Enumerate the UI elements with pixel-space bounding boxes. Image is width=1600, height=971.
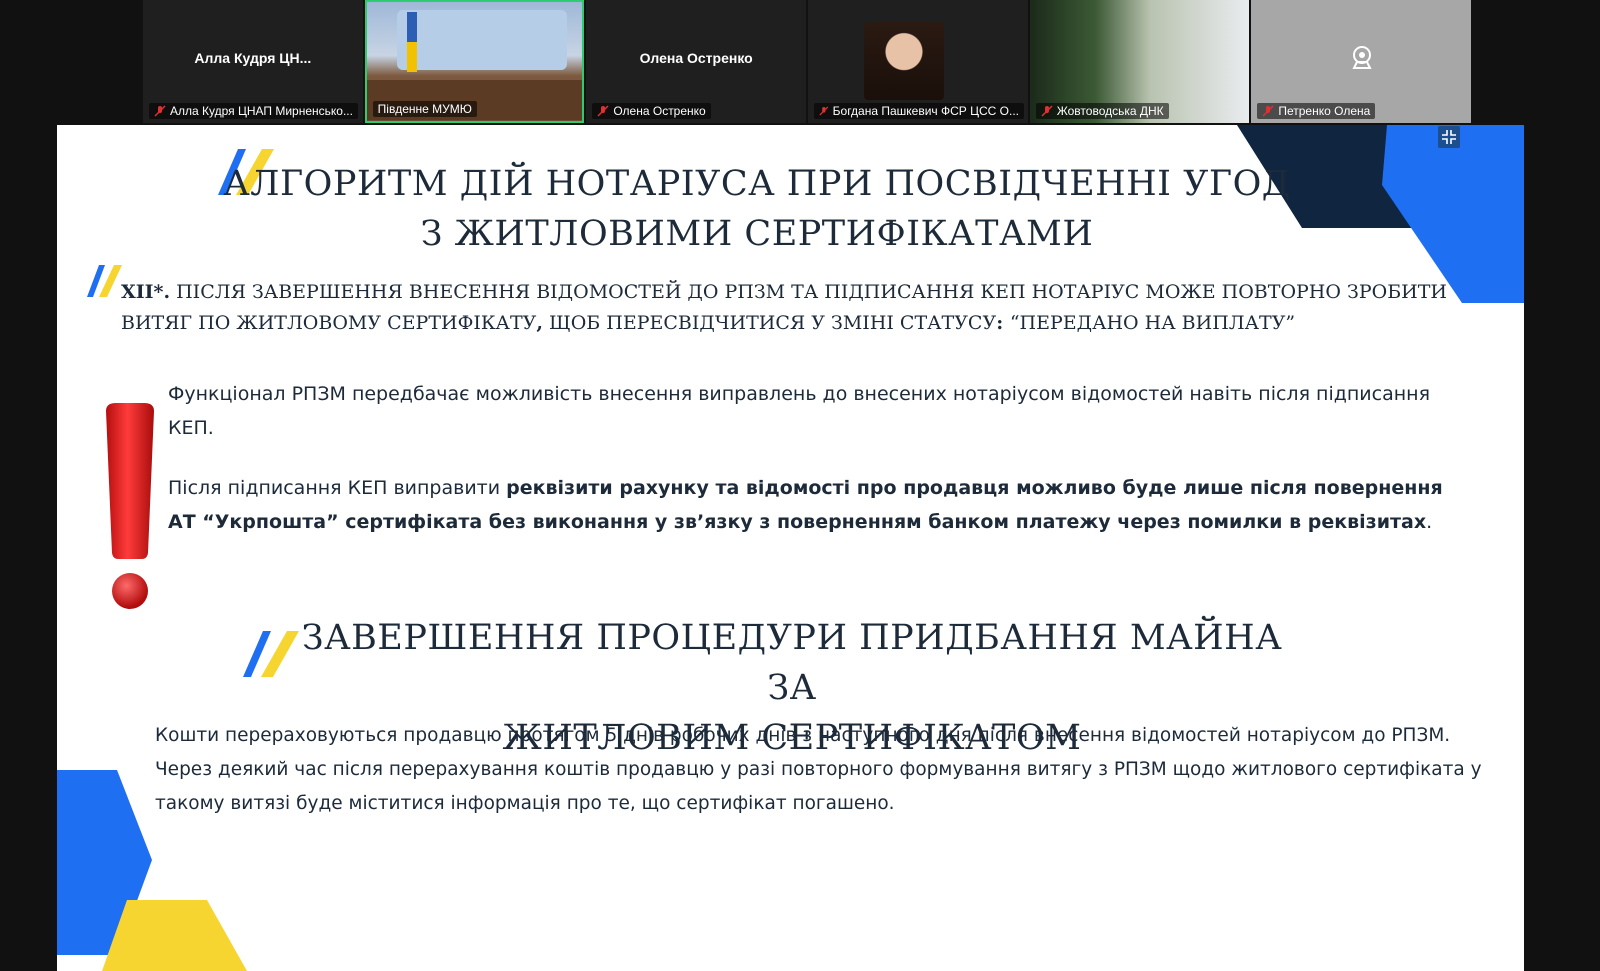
paragraph-after-signing: Після підписання КЕП виправити реквізити… bbox=[168, 471, 1448, 539]
paragraph-plain: Після підписання КЕП виправити bbox=[168, 477, 507, 499]
slide-title-line: З ЖИТЛОВИМИ СЕРТИФІКАТАМИ bbox=[420, 214, 1094, 254]
participant-avatar bbox=[864, 22, 944, 100]
participant-display-name: Олена Остренко bbox=[639, 50, 753, 66]
participant-tile[interactable]: Петренко Олена bbox=[1251, 0, 1472, 123]
participant-name: Алла Кудря ЦНАП Мирненсько... bbox=[170, 104, 353, 118]
paragraph-functionality: Функціонал РПЗМ передбачає можливість вн… bbox=[168, 383, 1431, 439]
camera-icon bbox=[1352, 46, 1372, 69]
paragraph-end: . bbox=[1426, 511, 1433, 533]
participant-label: Олена Остренко bbox=[592, 103, 711, 119]
participant-label: Алла Кудря ЦНАП Мирненсько... bbox=[149, 103, 358, 119]
exclamation-icon bbox=[106, 403, 154, 609]
slide-title: АЛГОРИТМ ДІЙ НОТАРІУСА ПРИ ПОСВІДЧЕННІ У… bbox=[207, 159, 1307, 259]
step-colon: : bbox=[996, 312, 1010, 334]
participant-name: Петренко Олена bbox=[1278, 104, 1371, 118]
participant-label: Жовтоводська ДНК bbox=[1035, 103, 1169, 119]
step-comma: , bbox=[536, 312, 543, 334]
mic-off-icon bbox=[1041, 105, 1053, 117]
mic-off-icon bbox=[597, 105, 609, 117]
slide-title-line: АЛГОРИТМ ДІЙ НОТАРІУСА ПРИ ПОСВІДЧЕННІ У… bbox=[223, 164, 1291, 204]
participant-label: Богдана Пашкевич ФСР ЦСС О... bbox=[814, 103, 1025, 119]
participant-tile[interactable]: Жовтоводська ДНК bbox=[1029, 0, 1250, 123]
step-text: XII*. ПІСЛЯ ЗАВЕРШЕННЯ ВНЕСЕННЯ ВІДОМОСТ… bbox=[121, 277, 1451, 339]
mic-off-icon bbox=[819, 106, 829, 116]
mic-off-icon bbox=[1262, 105, 1274, 117]
participant-name: Жовтоводська ДНК bbox=[1056, 104, 1164, 118]
participant-display-name: Алла Кудря ЦН... bbox=[194, 50, 312, 66]
exit-fullscreen-icon[interactable] bbox=[1438, 126, 1460, 148]
participant-name: Богдана Пашкевич ФСР ЦСС О... bbox=[832, 104, 1020, 118]
participant-tile[interactable]: Олена Остренко Олена Остренко bbox=[586, 0, 807, 123]
section-heading-line: ЗАВЕРШЕННЯ ПРОЦЕДУРИ ПРИДБАННЯ МАЙНА ЗА bbox=[301, 618, 1283, 708]
step-number: XII*. bbox=[121, 281, 171, 303]
participant-tile-active[interactable]: Південне МУМЮ bbox=[364, 0, 585, 123]
paragraph-funds-transfer: Кошти перераховуються продавцю протягом … bbox=[155, 725, 1482, 814]
participant-name: Олена Остренко bbox=[613, 104, 706, 118]
participant-strip: Алла Кудря ЦН... Алла Кудря ЦНАП Мирненс… bbox=[143, 0, 1473, 123]
participant-label: Південне МУМЮ bbox=[372, 101, 477, 117]
mic-off-icon bbox=[154, 105, 166, 117]
logo-stripes-small-icon bbox=[87, 265, 122, 297]
participant-name: Південне МУМЮ bbox=[377, 102, 472, 116]
shared-screen-slide: АЛГОРИТМ ДІЙ НОТАРІУСА ПРИ ПОСВІДЧЕННІ У… bbox=[57, 125, 1524, 971]
participant-label: Петренко Олена bbox=[1257, 103, 1376, 119]
participant-tile[interactable]: Алла Кудря ЦН... Алла Кудря ЦНАП Мирненс… bbox=[143, 0, 363, 123]
step-status: “ПЕРЕДАНО НА ВИПЛАТУ” bbox=[1009, 312, 1296, 334]
step-body-2: ЩОБ ПЕРЕСВІДЧИТИСЯ У ЗМІНІ СТАТУСУ bbox=[542, 312, 997, 334]
